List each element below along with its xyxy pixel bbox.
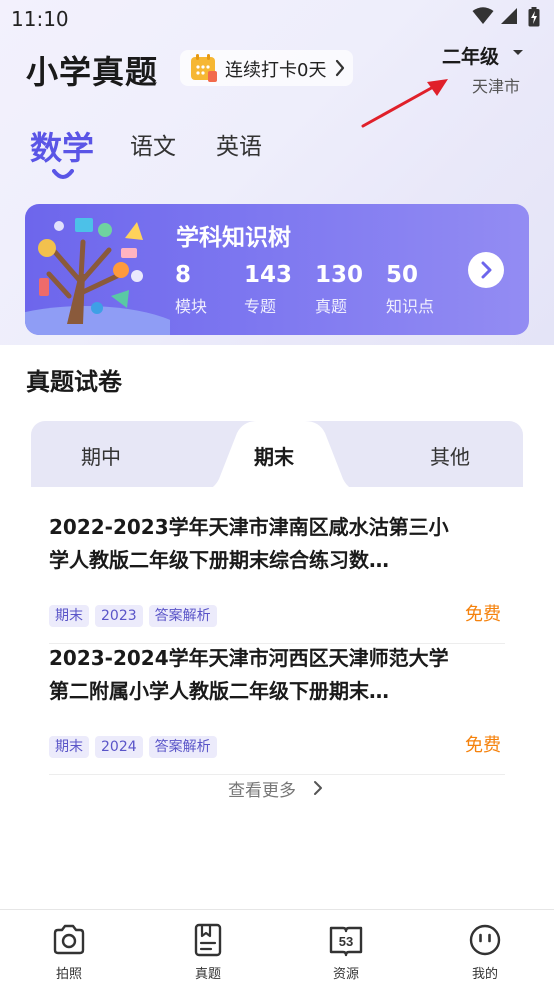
tag: 期末 — [49, 736, 89, 758]
face-icon — [469, 924, 501, 956]
paper-tags: 期末 2023 答案解析 — [49, 605, 223, 627]
tab-chinese[interactable]: 语文 — [130, 127, 176, 161]
stat-label: 专题 — [244, 297, 277, 316]
nav-label: 我的 — [471, 967, 498, 982]
tag: 期末 — [49, 605, 89, 627]
book-53-icon: 53 — [329, 926, 363, 957]
knowledge-card-go-button[interactable] — [468, 252, 504, 288]
tab-english[interactable]: 英语 — [216, 127, 262, 161]
knowledge-card-title: 学科知识树 — [176, 225, 291, 251]
nav-item-papers[interactable]: 真题 — [168, 910, 248, 984]
subject-tabs: 数学 语文 英语 — [0, 120, 554, 190]
svg-text:53: 53 — [339, 934, 353, 949]
price-label: 免费 — [465, 735, 501, 756]
knowledge-tree-card[interactable]: 学科知识树 8 模块 143 专题 130 真题 50 知识点 — [25, 204, 529, 335]
nav-label: 资源 — [332, 967, 359, 982]
stat-label: 模块 — [175, 297, 208, 316]
nav-label: 拍照 — [55, 967, 82, 982]
tab-final[interactable]: 期末 — [254, 441, 294, 470]
checkin-label: 连续打卡0天 — [225, 60, 327, 81]
stat-value: 143 — [244, 262, 293, 288]
section-title-papers: 真题试卷 — [26, 368, 122, 396]
page-title: 小学真题 — [26, 53, 159, 91]
stat-label: 真题 — [315, 297, 348, 316]
stat-value: 8 — [175, 262, 192, 288]
battery-icon — [528, 7, 540, 27]
view-more-link[interactable]: 查看更多 — [228, 776, 296, 801]
chevron-right-icon — [314, 781, 322, 795]
price-label: 免费 — [465, 604, 501, 625]
paper-tags: 期末 2024 答案解析 — [49, 736, 223, 758]
tag: 2024 — [95, 736, 143, 758]
status-time: 11:10 — [11, 7, 69, 31]
stat-knowledge-points: 50 知识点 — [386, 261, 434, 317]
wifi-icon — [472, 7, 494, 24]
stat-value: 50 — [386, 262, 419, 288]
tag: 答案解析 — [148, 736, 217, 758]
paper-icon — [194, 923, 222, 957]
signal-icon — [501, 8, 517, 24]
stat-questions: 130 真题 — [315, 261, 363, 317]
paper-list: 2022-2023学年天津市津南区咸水沽第三小学人教版二年级下册期末综合练习数…… — [24, 490, 530, 820]
tab-math[interactable]: 数学 — [30, 123, 94, 169]
checkin-button[interactable]: 连续打卡0天 — [180, 50, 353, 86]
tag: 2023 — [95, 605, 143, 627]
grade-select[interactable]: 二年级 — [442, 42, 532, 68]
tab-other[interactable]: 其他 — [430, 441, 470, 470]
tag: 答案解析 — [148, 605, 217, 627]
tab-midterm[interactable]: 期中 — [81, 441, 121, 470]
bottom-nav: 拍照 真题 53 资源 我的 — [0, 909, 554, 984]
caret-down-icon — [513, 50, 523, 55]
stat-label: 知识点 — [386, 297, 435, 316]
paper-title: 2022-2023学年天津市津南区咸水沽第三小学人教版二年级下册期末综合练习数… — [49, 515, 449, 572]
calendar-icon — [191, 54, 217, 82]
stat-topics: 143 专题 — [244, 261, 292, 317]
nav-label: 真题 — [194, 967, 221, 982]
stat-value: 130 — [315, 262, 364, 288]
city-label: 天津市 — [472, 77, 521, 96]
chevron-right-icon — [335, 59, 345, 77]
divider — [49, 774, 505, 775]
nav-item-resources[interactable]: 53 资源 — [306, 910, 386, 984]
list-item[interactable]: 2023-2024学年天津市河西区天津师范大学第二附属小学人教版二年级下册期末…… — [49, 642, 505, 775]
stat-modules: 8 模块 — [175, 261, 207, 317]
knowledge-tree-illustration — [25, 218, 170, 335]
active-tab-indicator — [52, 169, 74, 179]
camera-icon — [53, 924, 85, 955]
chevron-right-icon — [481, 261, 492, 279]
paper-title: 2023-2024学年天津市河西区天津师范大学第二附属小学人教版二年级下册期末… — [49, 646, 449, 703]
nav-item-profile[interactable]: 我的 — [445, 910, 525, 984]
paper-tabs: 期中 期末 其他 — [31, 421, 523, 491]
nav-item-camera[interactable]: 拍照 — [29, 910, 109, 984]
list-item[interactable]: 2022-2023学年天津市津南区咸水沽第三小学人教版二年级下册期末综合练习数…… — [49, 511, 505, 644]
status-bar: 11:10 — [0, 0, 554, 38]
grade-label: 二年级 — [442, 46, 500, 68]
